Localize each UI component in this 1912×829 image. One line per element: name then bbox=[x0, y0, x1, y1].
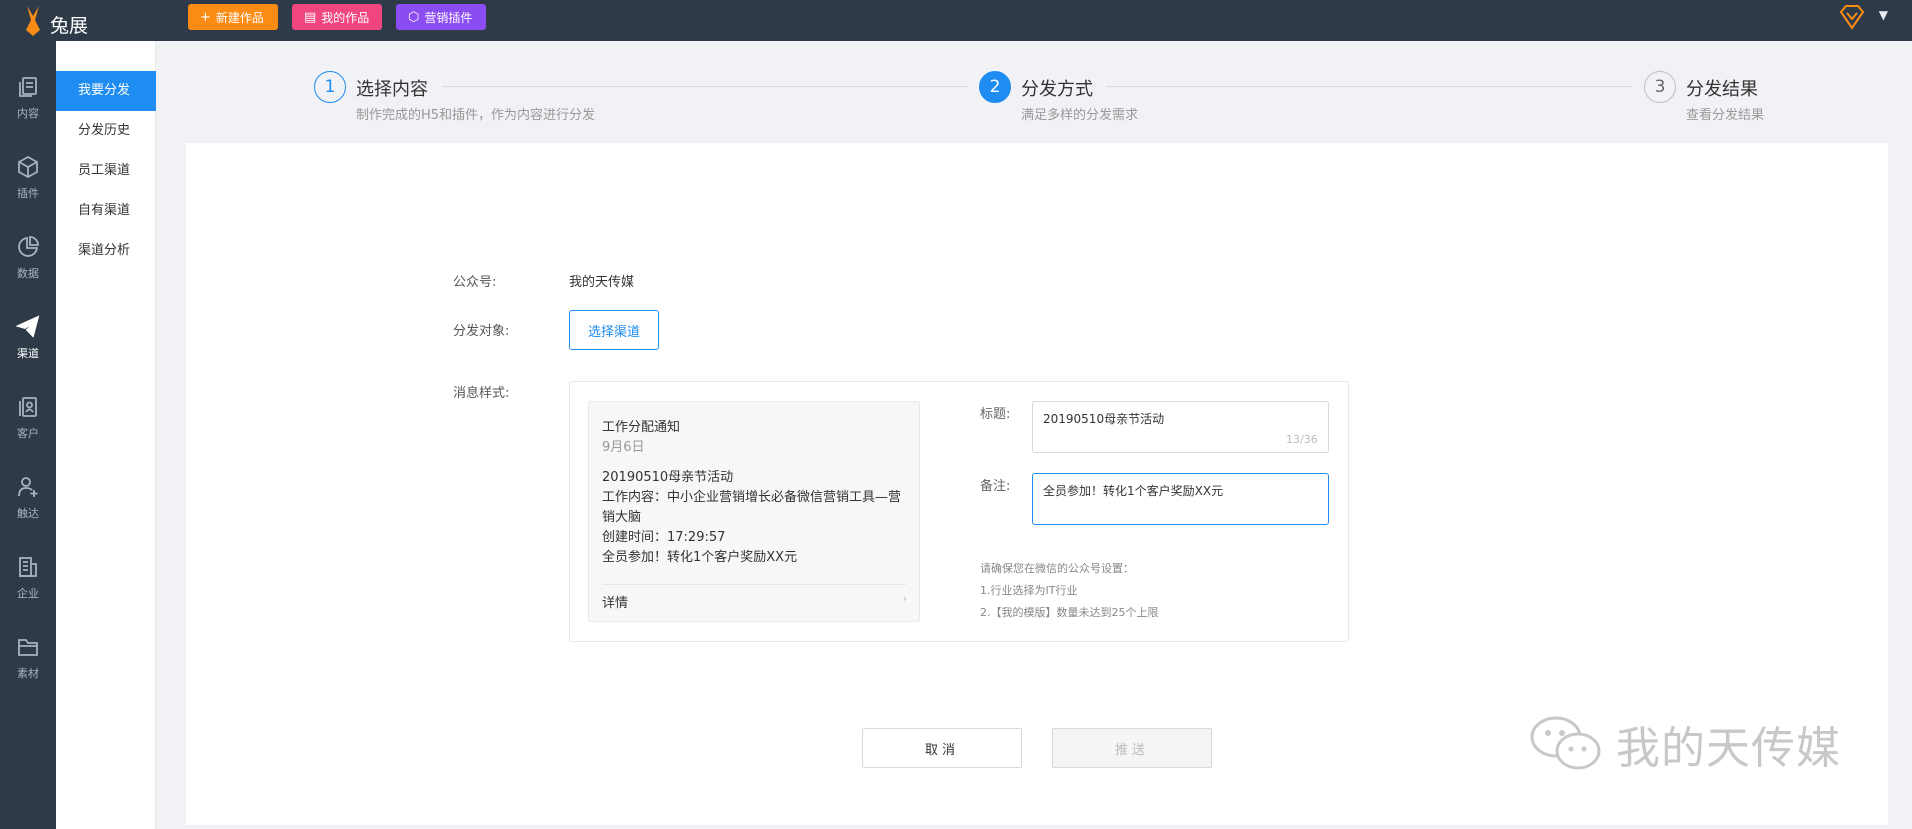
title-label: 标题: bbox=[980, 407, 1011, 422]
contacts-icon bbox=[19, 397, 37, 417]
step-number: 1 bbox=[314, 71, 346, 103]
icon-sidebar: 内容 插件 数据 渠道 客户 触达 企业 素材 bbox=[0, 41, 56, 829]
send-icon bbox=[16, 315, 40, 338]
preview-line: 工作内容：中小企业营销增长必备微信营销工具—营销大脑 bbox=[602, 490, 902, 525]
document-icon: ▤ bbox=[304, 9, 317, 25]
submenu-item-staff-channel[interactable]: 员工渠道 bbox=[56, 151, 156, 191]
step-connector bbox=[1106, 86, 1632, 87]
preview-heading: 工作分配通知 bbox=[602, 420, 681, 435]
title-char-counter: 13/36 bbox=[1286, 433, 1318, 446]
title-input[interactable] bbox=[1032, 401, 1329, 453]
sidebar-item-content[interactable]: 内容 bbox=[0, 63, 56, 133]
hint-text: 1.行业选择为IT行业 bbox=[980, 584, 1078, 597]
my-works-label: 我的作品 bbox=[321, 10, 370, 25]
wechat-icon bbox=[1530, 716, 1601, 770]
sidebar-item-label: 渠道 bbox=[17, 347, 39, 360]
sidebar-item-channel[interactable]: 渠道 bbox=[0, 303, 56, 373]
hint-text: 2.【我的模版】数量未达到25个上限 bbox=[980, 606, 1159, 619]
note-label: 备注: bbox=[980, 479, 1011, 494]
step-title: 分发方式 bbox=[1021, 79, 1093, 100]
top-bar: 兔展 + 新建作品 ▤ 我的作品 ⬡ 营销插件 ▼ bbox=[0, 0, 1912, 41]
target-label: 分发对象: bbox=[453, 324, 510, 339]
sidebar-item-customer[interactable]: 客户 bbox=[0, 383, 56, 453]
push-button[interactable]: 推送 bbox=[1052, 728, 1212, 768]
building-icon bbox=[19, 557, 37, 577]
preview-line: 20190510母亲节活动 bbox=[602, 470, 734, 485]
note-input[interactable] bbox=[1032, 473, 1329, 525]
sidebar-item-plugin[interactable]: 插件 bbox=[0, 143, 56, 213]
step-description: 查看分发结果 bbox=[1686, 108, 1765, 123]
step-connector bbox=[442, 86, 968, 87]
my-works-button[interactable]: ▤ 我的作品 bbox=[292, 4, 382, 30]
user-add-icon bbox=[18, 477, 38, 497]
logo[interactable]: 兔展 bbox=[18, 0, 88, 41]
preview-body: 20190510母亲节活动 工作内容：中小企业营销增长必备微信营销工具—营销大脑… bbox=[602, 468, 908, 568]
step-number: 2 bbox=[979, 71, 1011, 103]
diamond-vip-icon[interactable] bbox=[1838, 4, 1866, 30]
chevron-right-icon: › bbox=[902, 592, 907, 605]
new-work-button[interactable]: + 新建作品 bbox=[188, 4, 278, 30]
submenu-item-history[interactable]: 分发历史 bbox=[56, 111, 156, 151]
chevron-down-icon[interactable]: ▼ bbox=[1879, 8, 1888, 22]
sidebar-item-label: 内容 bbox=[17, 107, 39, 120]
sidebar-item-enterprise[interactable]: 企业 bbox=[0, 543, 56, 613]
new-work-label: 新建作品 bbox=[215, 10, 264, 25]
pie-chart-icon bbox=[18, 236, 39, 257]
hint-text: 请确保您在微信的公众号设置： bbox=[980, 562, 1134, 575]
sidebar-item-data[interactable]: 数据 bbox=[0, 223, 56, 293]
account-value: 我的天传媒 bbox=[569, 275, 635, 290]
step-title: 分发结果 bbox=[1686, 79, 1758, 100]
watermark-text: 我的天传媒 bbox=[1616, 723, 1841, 774]
preview-divider bbox=[602, 584, 906, 585]
preview-line: 创建时间：17:29:57 bbox=[602, 530, 726, 545]
sidebar-item-label: 客户 bbox=[17, 427, 39, 440]
logo-text: 兔展 bbox=[50, 15, 89, 37]
step-description: 满足多样的分发需求 bbox=[1021, 108, 1139, 123]
step-title: 选择内容 bbox=[356, 79, 428, 100]
preview-detail-link[interactable]: 详情 bbox=[602, 592, 628, 611]
sidebar-item-material[interactable]: 素材 bbox=[0, 623, 56, 693]
sidebar-item-label: 素材 bbox=[17, 667, 39, 680]
folder-icon bbox=[18, 639, 38, 656]
sidebar-item-label: 企业 bbox=[17, 587, 39, 600]
submenu-item-channel-analysis[interactable]: 渠道分析 bbox=[56, 231, 156, 271]
plus-icon: + bbox=[200, 9, 211, 25]
sidebar-item-label: 数据 bbox=[17, 267, 39, 280]
submenu-item-own-channel[interactable]: 自有渠道 bbox=[56, 191, 156, 231]
preview-line: 全员参加！转化1个客户奖励XX元 bbox=[602, 550, 798, 565]
marketing-plugin-label: 营销插件 bbox=[424, 10, 473, 25]
step-number: 3 bbox=[1644, 71, 1676, 103]
preview-date: 9月6日 bbox=[602, 440, 645, 455]
select-channel-button[interactable]: 选择渠道 bbox=[569, 310, 659, 350]
cancel-button[interactable]: 取消 bbox=[862, 728, 1022, 768]
account-label: 公众号: bbox=[453, 275, 497, 290]
copy-icon bbox=[19, 77, 37, 97]
sidebar-item-label: 触达 bbox=[17, 507, 39, 520]
cube-icon bbox=[18, 155, 38, 179]
message-style-label: 消息样式: bbox=[453, 386, 510, 401]
submenu-item-distribute[interactable]: 我要分发 bbox=[56, 71, 156, 111]
marketing-plugin-button[interactable]: ⬡ 营销插件 bbox=[396, 4, 486, 30]
channel-submenu: 我要分发 分发历史 员工渠道 自有渠道 渠道分析 bbox=[56, 41, 156, 829]
sidebar-item-reach[interactable]: 触达 bbox=[0, 463, 56, 533]
rabbit-logo-icon bbox=[26, 5, 40, 36]
cube-icon: ⬡ bbox=[408, 9, 420, 25]
sidebar-item-label: 插件 bbox=[17, 187, 39, 200]
step-description: 制作完成的H5和插件，作为内容进行分发 bbox=[356, 108, 596, 123]
wechat-watermark: 我的天传媒 bbox=[1528, 712, 1841, 776]
message-preview-card: 工作分配通知 9月6日 20190510母亲节活动 工作内容：中小企业营销增长必… bbox=[588, 401, 920, 622]
